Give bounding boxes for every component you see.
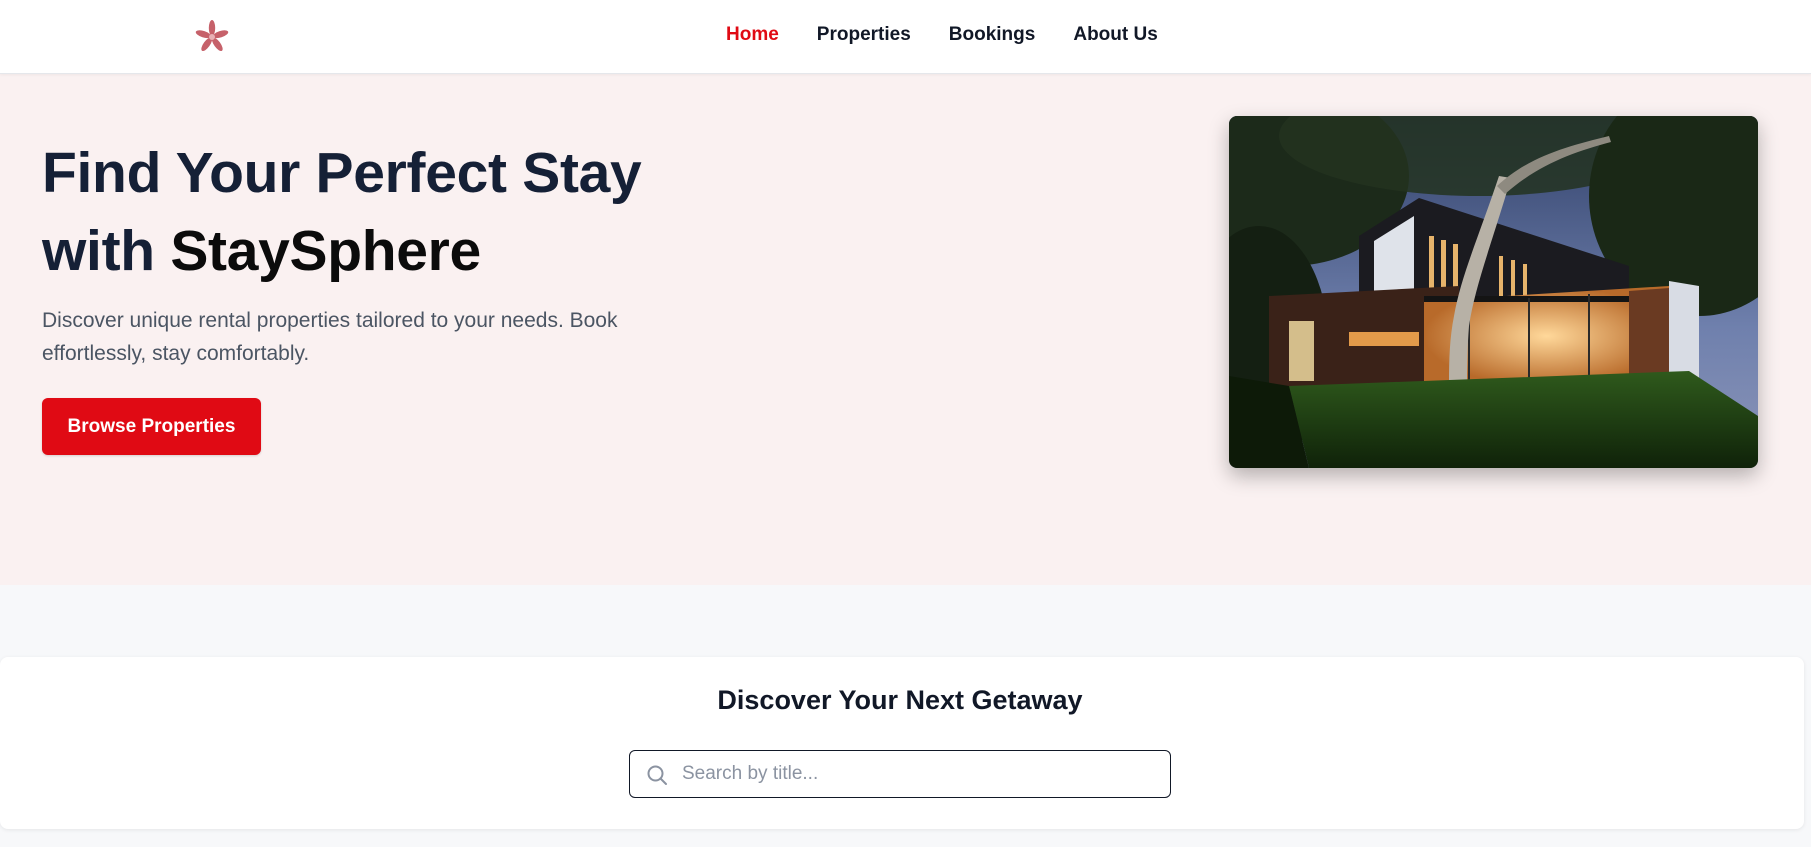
hero-title: Find Your Perfect Stay with StaySphere	[42, 134, 742, 290]
search-box[interactable]	[629, 750, 1171, 798]
nav-home[interactable]: Home	[726, 24, 779, 46]
search-input[interactable]	[682, 751, 1162, 796]
hero-subtitle: Discover unique rental properties tailor…	[42, 309, 618, 365]
search-icon	[647, 765, 667, 785]
hero-brand-name: StaySphere	[170, 219, 481, 283]
main-nav: Home Properties Bookings About Us	[726, 24, 1158, 46]
nav-properties[interactable]: Properties	[817, 24, 911, 46]
hero-title-prefix: with	[42, 219, 171, 283]
modern-house-photo	[1229, 116, 1758, 468]
search-heading: Discover Your Next Getaway	[717, 685, 1083, 715]
flower-logo-icon[interactable]	[194, 19, 230, 55]
nav-about-us[interactable]: About Us	[1073, 24, 1157, 46]
browse-properties-button[interactable]: Browse Properties	[42, 398, 261, 455]
search-section: Discover Your Next Getaway	[0, 657, 1804, 829]
nav-bookings[interactable]: Bookings	[949, 24, 1036, 46]
hero-section: Find Your Perfect Stay with StaySphere D…	[0, 74, 1811, 585]
hero-title-line1: Find Your Perfect Stay	[42, 141, 642, 205]
navbar: Home Properties Bookings About Us	[0, 0, 1811, 74]
